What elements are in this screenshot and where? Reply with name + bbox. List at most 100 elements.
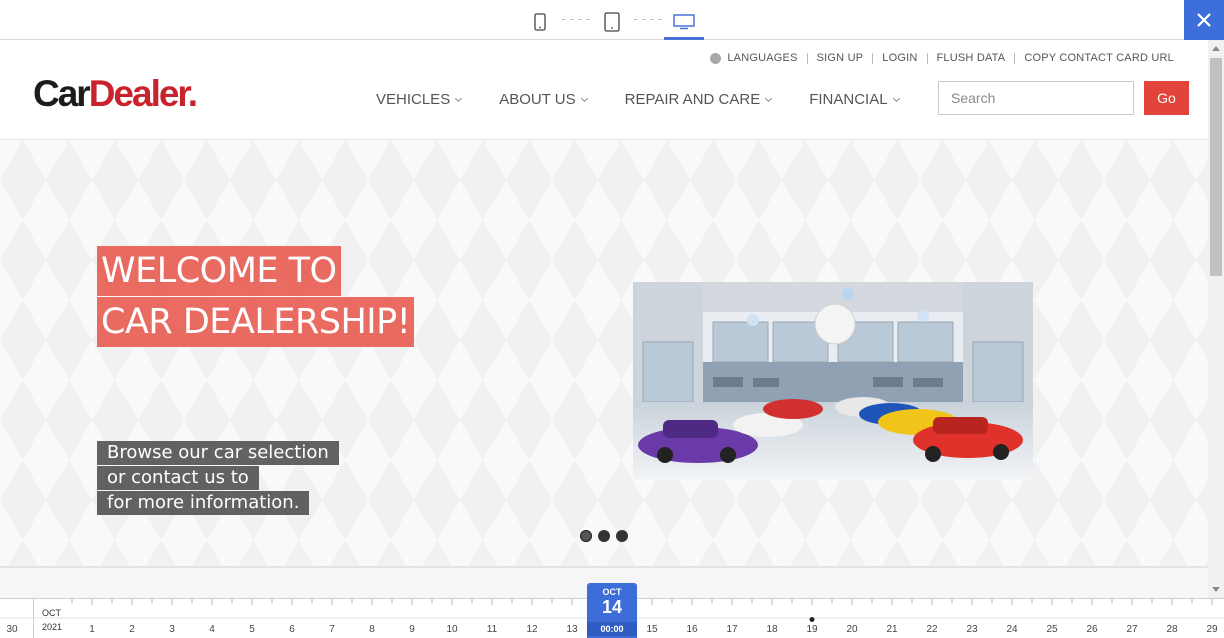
slider-dot[interactable]	[616, 530, 628, 542]
timeline-day[interactable]: 25	[1046, 624, 1057, 635]
hero-title-line: CAR DEALERSHIP!	[97, 297, 415, 347]
timeline-day[interactable]: 7	[329, 624, 335, 635]
site-logo[interactable]: CarDealer.	[33, 73, 198, 114]
nav-financial[interactable]: FINANCIAL	[809, 91, 900, 108]
timeline-day[interactable]: 18	[766, 624, 777, 635]
timeline-day[interactable]: 1	[89, 624, 95, 635]
timeline-current-date[interactable]: OCT 14 00:00	[587, 583, 637, 638]
timeline-day[interactable]: 4	[209, 624, 215, 635]
timeline-day[interactable]: 8	[369, 624, 375, 635]
slider-dots	[580, 530, 634, 542]
copy-contact-card-link[interactable]: COPY CONTACT CARD URL	[1024, 52, 1174, 64]
nav-about-us[interactable]: ABOUT US	[499, 91, 588, 108]
timeline-day[interactable]: 19	[806, 624, 817, 635]
chevron-down-icon	[580, 94, 588, 102]
timeline-day[interactable]: 10	[446, 624, 457, 635]
timeline-day[interactable]: 9	[409, 624, 415, 635]
tablet-device-button[interactable]	[592, 4, 632, 40]
flush-data-link[interactable]: FLUSH DATA	[937, 52, 1006, 64]
timeline-month: OCT	[42, 608, 61, 618]
globe-icon	[710, 52, 722, 64]
hero-subtitle: Browse our car selection or contact us t…	[97, 441, 339, 516]
current-month: OCT	[602, 587, 622, 597]
nav-vehicles[interactable]: VEHICLES	[376, 91, 463, 108]
logo-part-dealer: Dealer.	[88, 73, 198, 114]
timeline-day[interactable]: 17	[726, 624, 737, 635]
device-separator: ----	[560, 12, 593, 26]
desktop-device-button[interactable]	[664, 4, 704, 41]
search-go-button[interactable]: Go	[1144, 81, 1189, 115]
timeline-day[interactable]: 2	[129, 624, 135, 635]
nav-label: VEHICLES	[376, 91, 451, 108]
timeline-day[interactable]: 15	[646, 624, 657, 635]
hero-title-line: WELCOME TO	[97, 246, 341, 296]
current-day: 14	[601, 597, 623, 617]
month-divider	[33, 599, 34, 638]
timeline-event-marker[interactable]	[809, 617, 815, 622]
vertical-scrollbar[interactable]	[1208, 40, 1224, 598]
timeline-day[interactable]: 24	[1006, 624, 1017, 635]
divider	[1014, 52, 1016, 64]
timeline-day[interactable]: 13	[566, 624, 577, 635]
divider	[806, 52, 808, 64]
site-preview: LANGUAGES SIGN UP LOGIN FLUSH DATA COPY …	[0, 40, 1208, 598]
date-timeline: 30 OCT 2021 1 2 3 4 5 6 7 8 9 10 11 12 13 15 16 17 18 19 2…	[0, 583, 1224, 638]
hero-subtitle-line: or contact us to	[97, 466, 259, 490]
logo-part-car: Car	[33, 73, 91, 114]
chevron-down-icon	[892, 94, 900, 102]
nav-label: FINANCIAL	[809, 91, 888, 108]
close-button[interactable]	[1184, 0, 1224, 40]
nav-label: REPAIR AND CARE	[624, 91, 761, 108]
hero-subtitle-line: for more information.	[97, 491, 310, 515]
timeline-day[interactable]: 6	[289, 624, 295, 635]
slider-dot[interactable]	[580, 530, 592, 542]
divider	[872, 52, 874, 64]
timeline-day[interactable]: 3	[169, 624, 175, 635]
chevron-down-icon	[455, 94, 463, 102]
timeline-day[interactable]: 23	[966, 624, 977, 635]
desktop-icon	[673, 14, 695, 30]
timeline-day[interactable]: 11	[487, 624, 497, 635]
timeline-day[interactable]: 20	[846, 624, 857, 635]
mobile-device-button[interactable]	[520, 4, 560, 40]
timeline-day[interactable]: 22	[926, 624, 937, 635]
chevron-down-icon	[765, 94, 773, 102]
close-icon	[1197, 13, 1211, 27]
scroll-up-arrow-icon[interactable]	[1212, 46, 1220, 51]
divider	[926, 52, 928, 64]
scroll-down-arrow-icon[interactable]	[1212, 587, 1220, 592]
site-header: LANGUAGES SIGN UP LOGIN FLUSH DATA COPY …	[0, 40, 1208, 140]
sign-up-link[interactable]: SIGN UP	[817, 52, 864, 64]
device-toolbar: ---- ----	[0, 0, 1224, 41]
mobile-icon	[534, 13, 546, 31]
timeline-day[interactable]: 28	[1166, 624, 1177, 635]
hero-banner: WELCOME TO CAR DEALERSHIP! Browse our ca…	[0, 140, 1208, 566]
nav-repair-and-care[interactable]: REPAIR AND CARE	[624, 91, 773, 108]
timeline-day[interactable]: 5	[249, 624, 255, 635]
timeline-day[interactable]: 26	[1086, 624, 1097, 635]
showroom-illustration	[633, 282, 1033, 480]
search-input[interactable]	[938, 81, 1134, 115]
tablet-icon	[604, 12, 620, 32]
utility-nav: LANGUAGES SIGN UP LOGIN FLUSH DATA COPY …	[710, 52, 1174, 64]
current-time: 00:00	[587, 622, 637, 636]
scroll-thumb[interactable]	[1210, 58, 1222, 276]
slider-dot[interactable]	[598, 530, 610, 542]
timeline-day[interactable]: 30	[6, 624, 17, 635]
hero-subtitle-line: Browse our car selection	[97, 441, 339, 465]
screen: ---- ---- LANGUAGES SIGN UP LOGIN FLUSH …	[0, 0, 1224, 638]
timeline-day[interactable]: 12	[526, 624, 537, 635]
device-separator: ----	[632, 12, 665, 26]
languages-link[interactable]: LANGUAGES	[727, 52, 797, 64]
timeline-day[interactable]: 27	[1126, 624, 1137, 635]
timeline-day[interactable]: 21	[886, 624, 897, 635]
timeline-month-label: OCT 2021	[42, 606, 62, 634]
timeline-year: 2021	[42, 622, 63, 632]
main-nav: VEHICLES ABOUT US REPAIR AND CARE FINANC…	[376, 91, 937, 108]
timeline-day[interactable]: 16	[686, 624, 697, 635]
nav-label: ABOUT US	[499, 91, 576, 108]
hero-title: WELCOME TO CAR DEALERSHIP!	[97, 246, 415, 348]
showroom-photo	[633, 282, 1033, 480]
login-link[interactable]: LOGIN	[882, 52, 917, 64]
timeline-day[interactable]: 29	[1206, 624, 1217, 635]
